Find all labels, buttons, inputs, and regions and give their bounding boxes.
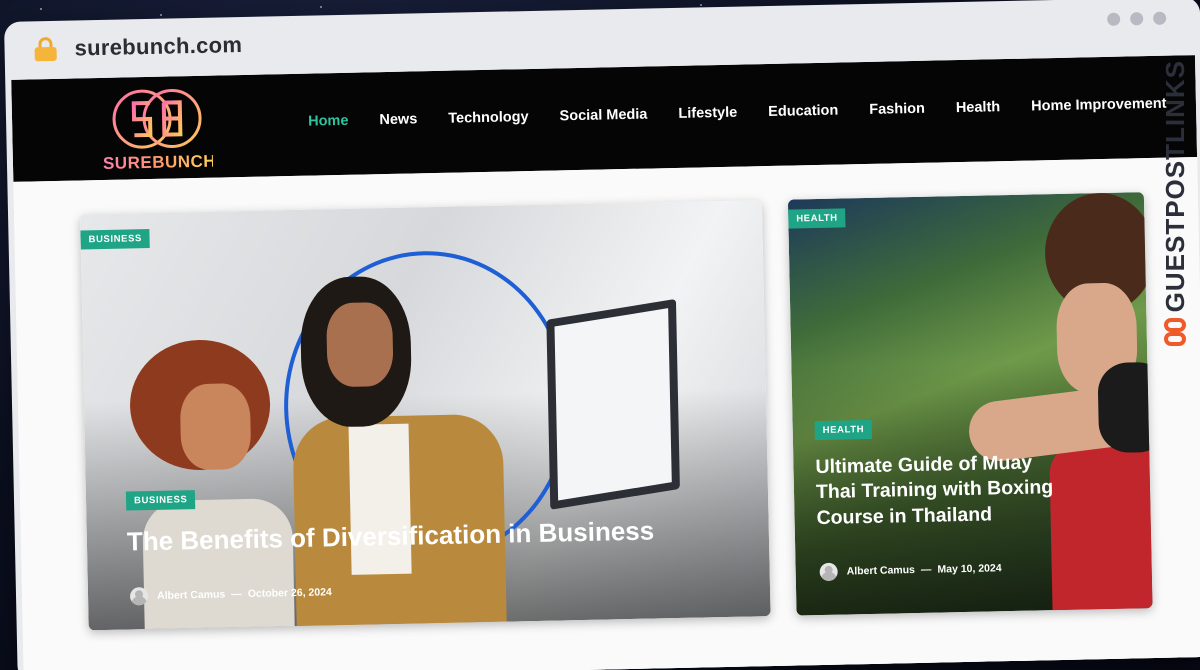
site-logo[interactable]: SUREBUNCH xyxy=(101,86,217,174)
nav-home[interactable]: Home xyxy=(308,113,349,130)
side-post-title[interactable]: Ultimate Guide of Muay Thai Training wit… xyxy=(815,448,1137,531)
category-badge[interactable]: HEALTH xyxy=(814,419,873,441)
category-badge-top[interactable]: BUSINESS xyxy=(80,228,151,250)
side-post-card[interactable]: HEALTH HEALTH Ultimate Guide of Muay Tha… xyxy=(787,192,1153,616)
avatar xyxy=(129,587,149,606)
post-date: October 26, 2024 xyxy=(247,586,332,601)
category-badge[interactable]: BUSINESS xyxy=(125,490,196,511)
nav-education[interactable]: Education xyxy=(768,103,838,120)
author-name[interactable]: Albert Camus xyxy=(847,564,916,577)
nav-news[interactable]: News xyxy=(379,111,417,128)
photo-person-right xyxy=(289,265,516,631)
avatar xyxy=(819,562,838,582)
post-meta: Albert Camus — May 10, 2024 xyxy=(819,559,1002,582)
link-icon xyxy=(1162,318,1188,352)
post-date: May 10, 2024 xyxy=(937,562,1002,576)
nav-home-improvement[interactable]: Home Improvement xyxy=(1031,96,1167,115)
nav-health[interactable]: Health xyxy=(956,99,1001,116)
nav-social-media[interactable]: Social Media xyxy=(559,107,647,125)
meta-separator: — xyxy=(920,563,932,576)
url-text[interactable]: surebunch.com xyxy=(74,32,242,62)
browser-window: surebunch.com SUREBUNCH Home News Techno… xyxy=(4,0,1200,670)
photo-monitor xyxy=(546,298,680,510)
main-content: BUSINESS BUSINESS The Benefits of Divers… xyxy=(13,157,1200,670)
lock-icon xyxy=(34,36,57,62)
nav-lifestyle[interactable]: Lifestyle xyxy=(678,105,737,122)
meta-separator: — xyxy=(231,588,242,601)
nav-fashion[interactable]: Fashion xyxy=(869,101,925,118)
category-badge-top[interactable]: HEALTH xyxy=(788,208,846,229)
window-dot-icon[interactable] xyxy=(1153,11,1167,25)
watermark: GUESTPOSTLINKS xyxy=(1158,60,1192,360)
nav-technology[interactable]: Technology xyxy=(448,109,529,127)
window-dot-icon[interactable] xyxy=(1130,12,1144,26)
photo-fighter xyxy=(965,192,1153,615)
logo-monogram-icon xyxy=(112,89,202,149)
logo-text: SUREBUNCH xyxy=(102,151,217,173)
author-name[interactable]: Albert Camus xyxy=(157,588,226,601)
window-dot-icon[interactable] xyxy=(1107,12,1121,26)
main-nav: Home News Technology Social Media Lifest… xyxy=(308,95,1198,130)
watermark-text: GUESTPOSTLINKS xyxy=(1159,60,1190,313)
window-controls xyxy=(1107,11,1167,26)
featured-post-card[interactable]: BUSINESS BUSINESS The Benefits of Divers… xyxy=(80,200,771,631)
page-viewport: SUREBUNCH Home News Technology Social Me… xyxy=(11,55,1200,670)
